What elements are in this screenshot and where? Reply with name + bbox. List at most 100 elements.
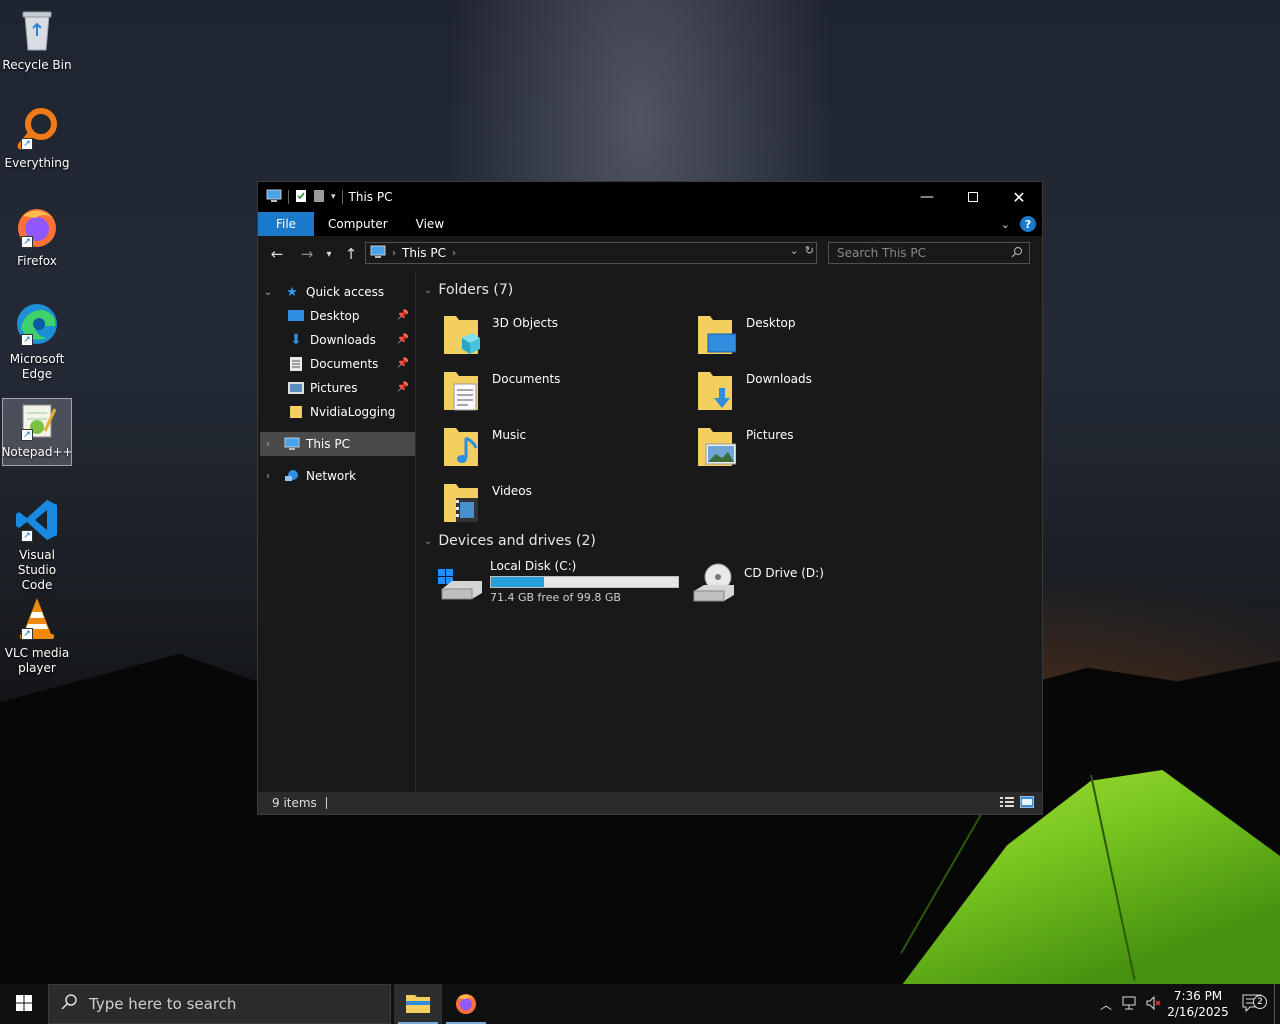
network-tray-button[interactable] xyxy=(1118,984,1142,1024)
drive-tile-local-disk-c[interactable]: Local Disk (C:) 71.4 GB free of 99.8 GB xyxy=(438,559,679,609)
sidebar-item-this-pc[interactable]: › This PC xyxy=(260,432,415,456)
separator xyxy=(341,190,343,204)
shortcut-arrow-icon: ↗ xyxy=(21,236,33,248)
sidebar-item-nvidialogging[interactable]: NvidiaLogging xyxy=(258,400,415,424)
quick-access-toolbar: ▾ xyxy=(266,189,343,206)
tab-computer[interactable]: Computer xyxy=(314,212,402,236)
customize-toolbar-chevron-icon[interactable]: ▾ xyxy=(331,192,336,202)
search-box[interactable]: Search This PC xyxy=(828,242,1030,264)
firefox-icon xyxy=(454,991,478,1018)
window-controls: — ✕ xyxy=(904,182,1042,212)
new-folder-icon[interactable] xyxy=(313,189,325,206)
tab-view[interactable]: View xyxy=(402,212,458,236)
details-view-icon[interactable] xyxy=(1000,796,1014,811)
expand-chevron-icon[interactable]: › xyxy=(262,471,274,482)
desktop-icon-vscode[interactable]: ↗ Visual Studio Code xyxy=(2,492,72,592)
breadcrumb-this-pc[interactable]: This PC xyxy=(402,246,446,260)
desktop-icon-recycle-bin[interactable]: Recycle Bin xyxy=(2,2,72,90)
music-folder-icon xyxy=(442,424,482,468)
up-arrow-icon: ↑ xyxy=(344,245,358,263)
taskbar-search-box[interactable]: Type here to search xyxy=(48,984,391,1024)
folder-tile-3d-objects[interactable]: 3D Objects xyxy=(442,312,558,356)
large-icons-view-icon[interactable] xyxy=(1019,795,1035,811)
status-bar: 9 items xyxy=(258,792,1042,814)
file-explorer-icon xyxy=(406,993,430,1016)
breadcrumb-chevron-icon[interactable]: › xyxy=(452,248,456,259)
taskbar-firefox[interactable] xyxy=(442,984,490,1024)
show-hidden-icons-button[interactable]: ︿ xyxy=(1094,984,1118,1024)
notification-count-badge: 2 xyxy=(1253,994,1267,1009)
network-wired-icon xyxy=(1122,996,1138,1013)
desktop-icon-label: Notepad++ xyxy=(1,445,73,459)
sidebar-item-label: Pictures xyxy=(310,381,358,395)
sidebar-item-label: Network xyxy=(306,469,357,483)
desktop-icon-edge[interactable]: ↗ Microsoft Edge xyxy=(2,296,72,384)
folder-tile-music[interactable]: Music xyxy=(442,424,526,468)
devices-group-header[interactable]: ⌄ Devices and drives (2) xyxy=(424,533,596,549)
taskbar-search-input[interactable]: Type here to search xyxy=(89,995,236,1013)
maximize-button[interactable] xyxy=(950,182,996,212)
sidebar-item-downloads[interactable]: ⬇ Downloads 📌 xyxy=(258,328,415,352)
pictures-folder-icon xyxy=(696,424,737,468)
help-button[interactable]: ? xyxy=(1020,216,1036,232)
drive-tile-cd-drive-d[interactable]: CD Drive (D:) xyxy=(692,559,824,605)
separator xyxy=(288,190,289,204)
sidebar-item-documents[interactable]: Documents 📌 xyxy=(258,352,415,376)
sidebar-item-label: Downloads xyxy=(310,333,376,347)
expand-chevron-icon[interactable]: ⌄ xyxy=(262,287,274,298)
local-disk-icon xyxy=(438,565,482,609)
desktop-icon-firefox[interactable]: ↗ Firefox xyxy=(2,198,72,286)
drive-name: CD Drive (D:) xyxy=(744,566,824,580)
minimize-button[interactable]: — xyxy=(904,182,950,212)
search-input[interactable]: Search This PC xyxy=(837,246,926,260)
desktop-icon-label: Visual Studio Code xyxy=(17,548,57,592)
title-bar[interactable]: ▾ This PC — ✕ xyxy=(258,182,1042,212)
action-center-button[interactable]: 2 xyxy=(1230,994,1274,1015)
expand-chevron-icon[interactable]: › xyxy=(262,439,274,450)
vscode-icon: ↗ xyxy=(13,496,61,544)
recent-locations-button[interactable]: ▾ xyxy=(322,243,336,265)
disk-usage-fill xyxy=(491,577,545,587)
address-history-chevron-icon[interactable]: ⌄ xyxy=(790,244,799,257)
back-button[interactable]: ← xyxy=(266,243,288,265)
forward-button[interactable]: → xyxy=(296,243,318,265)
desktop-icon-everything[interactable]: ↗ Everything xyxy=(2,100,72,188)
collapse-chevron-icon: ⌄ xyxy=(424,535,433,547)
file-explorer-window: ▾ This PC — ✕ File Computer View ⌄ ? ← →… xyxy=(257,181,1043,815)
address-bar[interactable]: › This PC › ⌄ ↻ xyxy=(365,242,817,264)
show-desktop-button[interactable] xyxy=(1274,984,1280,1024)
desktop-icon-vlc[interactable]: ↗ VLC media player xyxy=(2,590,72,678)
folders-group-header[interactable]: ⌄ Folders (7) xyxy=(424,282,513,298)
navigation-pane: ⌄ ★ Quick access Desktop 📌 ⬇ Downloads 📌… xyxy=(258,272,416,792)
expand-ribbon-chevron-icon[interactable]: ⌄ xyxy=(1001,218,1010,231)
shortcut-arrow-icon: ↗ xyxy=(21,429,33,441)
up-button[interactable]: ↑ xyxy=(340,243,362,265)
volume-tray-button[interactable] xyxy=(1142,984,1166,1024)
breadcrumb-chevron-icon: › xyxy=(392,247,396,259)
sidebar-item-pictures[interactable]: Pictures 📌 xyxy=(258,376,415,400)
start-button[interactable] xyxy=(0,984,48,1024)
refresh-icon[interactable]: ↻ xyxy=(805,244,814,257)
minimize-icon: — xyxy=(920,189,934,205)
taskbar-clock[interactable]: 7:36 PM 2/16/2025 xyxy=(1166,988,1230,1020)
sidebar-item-network[interactable]: › Network xyxy=(258,464,415,488)
taskbar-file-explorer[interactable] xyxy=(394,984,442,1024)
sidebar-item-quick-access[interactable]: ⌄ ★ Quick access xyxy=(258,280,415,304)
properties-icon[interactable] xyxy=(295,189,307,206)
pictures-icon xyxy=(288,380,304,396)
windows-logo-icon xyxy=(16,994,32,1014)
desktop-icon-notepadpp[interactable]: ↗ Notepad++ xyxy=(1,398,73,466)
folder-tile-documents[interactable]: Documents xyxy=(442,368,560,412)
close-button[interactable]: ✕ xyxy=(996,182,1042,212)
folder-tile-videos[interactable]: Videos xyxy=(442,480,532,524)
folder-tile-pictures[interactable]: Pictures xyxy=(696,424,794,468)
folder-tile-desktop[interactable]: Desktop xyxy=(696,312,796,356)
sidebar-item-desktop[interactable]: Desktop 📌 xyxy=(258,304,415,328)
folder-tile-downloads[interactable]: Downloads xyxy=(696,368,812,412)
address-bar-controls: ⌄ ↻ xyxy=(790,244,814,257)
everything-search-icon: ↗ xyxy=(13,104,61,152)
folder-label: Music xyxy=(492,428,527,442)
shortcut-arrow-icon: ↗ xyxy=(21,530,33,542)
tab-file[interactable]: File xyxy=(258,212,314,236)
group-header-label: Folders (7) xyxy=(438,282,514,298)
